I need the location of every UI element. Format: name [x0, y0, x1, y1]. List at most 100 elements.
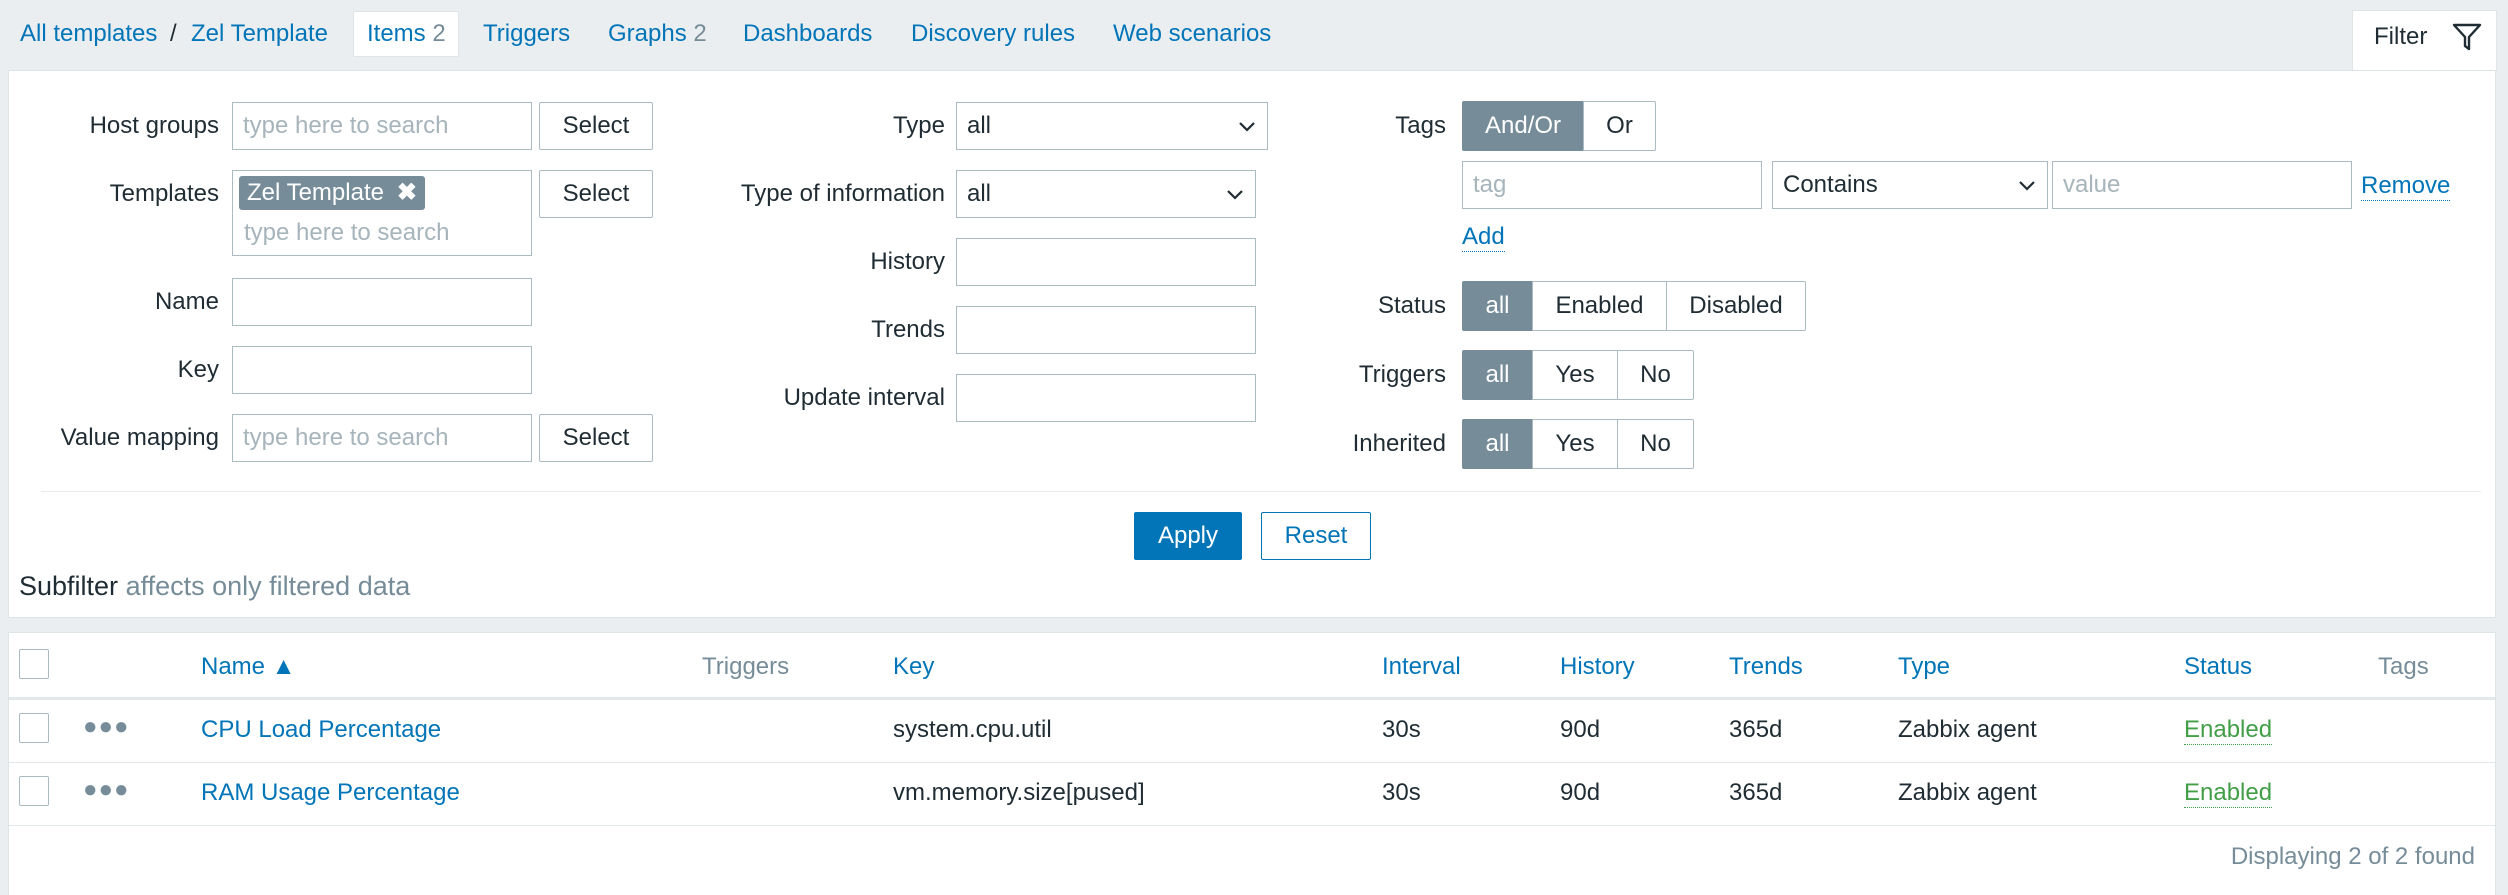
breadcrumb-template[interactable]: Zel Template [191, 20, 328, 48]
item-key: system.cpu.util [893, 716, 1052, 743]
key-input[interactable] [232, 346, 532, 394]
tags-mode-and-or[interactable]: And/Or [1462, 101, 1584, 151]
host-groups-placeholder: type here to search [243, 112, 449, 139]
value-mapping-label: Value mapping [60, 424, 219, 451]
tag-remove-link[interactable]: Remove [2361, 172, 2451, 201]
items-table: Name ▲ Triggers Key Interval History Tre… [8, 632, 2496, 895]
tag-name-input[interactable]: tag [1462, 161, 1762, 209]
item-status-toggle[interactable]: Enabled [2184, 779, 2273, 808]
column-header-triggers: Triggers [702, 653, 790, 680]
name-label: Name [154, 288, 219, 315]
status-disabled[interactable]: Disabled [1666, 281, 1806, 331]
value-mapping-select-button[interactable]: Select [539, 414, 653, 462]
update-interval-input[interactable] [956, 374, 1256, 422]
template-chip-label: Zel Template [247, 179, 384, 206]
breadcrumb-separator: / [170, 20, 177, 47]
item-history: 90d [1560, 779, 1601, 806]
tab-graphs[interactable]: Graphs 2 [608, 20, 707, 48]
tag-value-placeholder: value [2063, 171, 2121, 198]
subfilter-note: affects only filtered data [125, 571, 411, 601]
host-groups-label: Host groups [89, 112, 219, 139]
chevron-down-icon [2019, 181, 2035, 191]
filter-icon [2452, 23, 2482, 51]
value-mapping-input[interactable]: type here to search [232, 414, 532, 462]
inherited-yes[interactable]: Yes [1532, 419, 1618, 469]
column-header-status[interactable]: Status [2184, 653, 2252, 681]
triggers-all[interactable]: all [1462, 350, 1533, 400]
row-checkbox[interactable] [19, 776, 49, 806]
tab-triggers[interactable]: Triggers [483, 20, 570, 48]
select-all-checkbox[interactable] [19, 649, 49, 679]
tags-label: Tags [1395, 112, 1446, 139]
tags-mode-or[interactable]: Or [1583, 101, 1656, 151]
item-history: 90d [1560, 716, 1601, 743]
templates-select-button[interactable]: Select [539, 170, 653, 218]
column-header-tags: Tags [2378, 653, 2429, 680]
history-input[interactable] [956, 238, 1256, 286]
triggers-no[interactable]: No [1617, 350, 1694, 400]
more-actions-icon[interactable]: ●●● [83, 776, 130, 804]
chevron-down-icon [1239, 122, 1255, 132]
type-of-information-select[interactable]: all [956, 170, 1256, 218]
item-type: Zabbix agent [1898, 716, 2037, 743]
item-name-link[interactable]: CPU Load Percentage [201, 716, 441, 744]
item-interval: 30s [1382, 779, 1421, 806]
more-actions-icon[interactable]: ●●● [83, 713, 130, 741]
status-all[interactable]: all [1462, 281, 1533, 331]
top-navigation: All templates / Zel Template Items 2 Tri… [0, 0, 2508, 73]
host-groups-input[interactable]: type here to search [232, 102, 532, 150]
status-label: Status [1377, 292, 1446, 319]
inherited-all[interactable]: all [1462, 419, 1533, 469]
tab-items-label: Items [367, 20, 426, 47]
subfilter-title: Subfilter [19, 571, 119, 601]
breadcrumb-all-templates[interactable]: All templates [20, 20, 157, 48]
column-header-interval[interactable]: Interval [1382, 653, 1461, 681]
reset-button[interactable]: Reset [1261, 512, 1371, 560]
subfilter-heading: Subfilter affects only filtered data [19, 571, 410, 602]
tag-add-link[interactable]: Add [1462, 223, 1505, 252]
tag-operator-select[interactable]: Contains [1772, 161, 2048, 209]
inherited-no[interactable]: No [1617, 419, 1694, 469]
item-status-toggle[interactable]: Enabled [2184, 716, 2273, 745]
tab-graphs-label: Graphs [608, 20, 687, 47]
item-interval: 30s [1382, 716, 1421, 743]
templates-label: Templates [109, 180, 219, 207]
template-chip: Zel Template ✖ [239, 176, 425, 210]
triggers-toggle: all Yes No [1462, 350, 1694, 400]
key-label: Key [177, 356, 219, 383]
name-input[interactable] [232, 278, 532, 326]
trends-input[interactable] [956, 306, 1256, 354]
tab-items[interactable]: Items 2 [367, 20, 446, 48]
status-enabled[interactable]: Enabled [1532, 281, 1667, 331]
tab-items-count: 2 [432, 20, 446, 47]
chip-remove-icon[interactable]: ✖ [397, 176, 417, 210]
item-key: vm.memory.size[pused] [893, 779, 1145, 806]
column-header-type[interactable]: Type [1898, 653, 1950, 681]
tab-web-scenarios[interactable]: Web scenarios [1113, 20, 1271, 48]
tab-dashboards[interactable]: Dashboards [743, 20, 872, 48]
tab-graphs-count: 2 [693, 20, 707, 47]
tags-mode-toggle: And/Or Or [1462, 101, 1656, 151]
tag-operator-value: Contains [1783, 171, 1878, 198]
trends-label: Trends [871, 316, 945, 343]
column-header-history[interactable]: History [1560, 653, 1635, 681]
filter-tab[interactable]: Filter [2352, 10, 2497, 73]
item-name-link[interactable]: RAM Usage Percentage [201, 779, 460, 807]
value-mapping-placeholder: type here to search [243, 424, 449, 451]
filter-divider [41, 491, 2481, 492]
tag-value-input[interactable]: value [2052, 161, 2352, 209]
apply-button[interactable]: Apply [1134, 512, 1242, 560]
inherited-toggle: all Yes No [1462, 419, 1694, 469]
column-header-name[interactable]: Name ▲ [201, 653, 295, 681]
triggers-yes[interactable]: Yes [1532, 350, 1618, 400]
filter-panel: Host groups type here to search Select T… [8, 70, 2496, 618]
templates-placeholder: type here to search [244, 219, 450, 246]
tab-discovery-rules[interactable]: Discovery rules [911, 20, 1075, 48]
host-groups-select-button[interactable]: Select [539, 102, 653, 150]
type-select[interactable]: all [956, 102, 1268, 150]
column-header-key[interactable]: Key [893, 653, 934, 681]
row-checkbox[interactable] [19, 713, 49, 743]
triggers-label: Triggers [1358, 361, 1446, 388]
item-type: Zabbix agent [1898, 779, 2037, 806]
column-header-trends[interactable]: Trends [1729, 653, 1803, 681]
